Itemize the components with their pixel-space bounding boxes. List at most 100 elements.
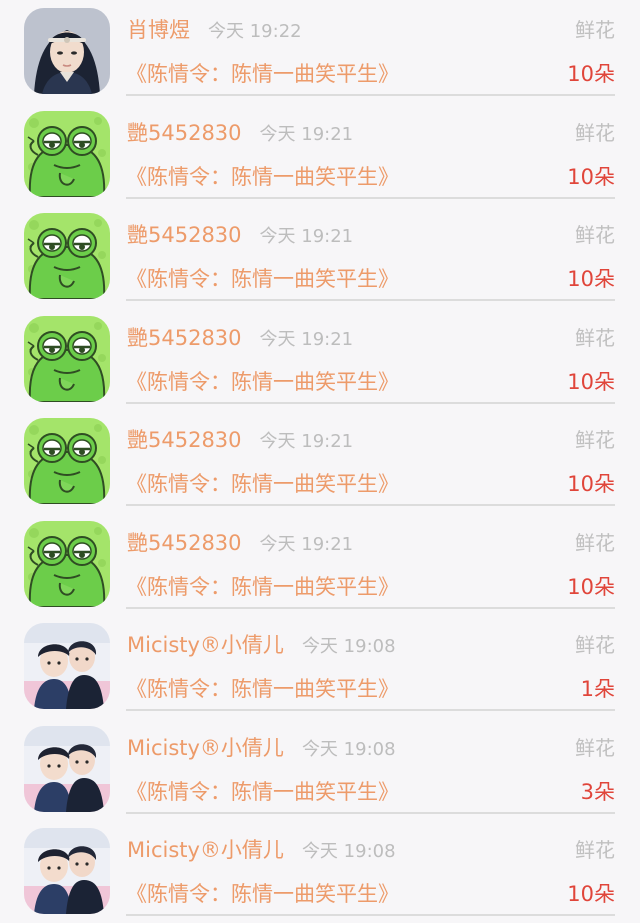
gift-type-label: 鲜花 xyxy=(575,735,615,760)
avatar[interactable] xyxy=(24,418,110,504)
gift-record-row[interactable]: 艷5452830 今天 19:21 鲜花《陈情令：陈情一曲笑平生》 10朵 xyxy=(0,513,640,616)
record-content: 艷5452830 今天 19:21 鲜花《陈情令：陈情一曲笑平生》 10朵 xyxy=(126,308,615,404)
frog-icon xyxy=(24,315,110,402)
gift-record-row[interactable]: 艷5452830 今天 19:21 鲜花《陈情令：陈情一曲笑平生》 10朵 xyxy=(0,205,640,308)
username-link[interactable]: 艷5452830 xyxy=(127,428,242,452)
record-detail: 《陈情令：陈情一曲笑平生》 10朵 xyxy=(126,58,615,90)
gift-record-row[interactable]: Micisty®小倩儿 今天 19:08 鲜花《陈情令：陈情一曲笑平生》 1朵 xyxy=(0,615,640,718)
avatar[interactable] xyxy=(24,8,110,94)
gift-amount: 10朵 xyxy=(567,62,615,86)
gift-amount: 10朵 xyxy=(567,882,615,906)
username-link[interactable]: 艷5452830 xyxy=(127,326,242,350)
book-title-link[interactable]: 《陈情令：陈情一曲笑平生》 xyxy=(126,575,399,599)
timestamp: 今天 19:21 xyxy=(259,328,354,350)
gift-record-row[interactable]: 艷5452830 今天 19:21 鲜花《陈情令：陈情一曲笑平生》 10朵 xyxy=(0,410,640,513)
record-content: 肖博煜 今天 19:22 鲜花《陈情令：陈情一曲笑平生》 10朵 xyxy=(126,0,615,96)
gift-record-row[interactable]: Micisty®小倩儿 今天 19:08 鲜花《陈情令：陈情一曲笑平生》 3朵 xyxy=(0,718,640,821)
record-detail: 《陈情令：陈情一曲笑平生》 10朵 xyxy=(126,263,615,295)
gift-amount: 10朵 xyxy=(567,472,615,496)
gift-type-label: 鲜花 xyxy=(575,120,615,145)
record-header: 肖博煜 今天 19:22 鲜花 xyxy=(127,15,615,45)
book-title-link[interactable]: 《陈情令：陈情一曲笑平生》 xyxy=(126,472,399,496)
timestamp: 今天 19:21 xyxy=(259,123,354,145)
timestamp: 今天 19:21 xyxy=(259,533,354,555)
gift-type-label: 鲜花 xyxy=(575,838,615,862)
record-detail: 《陈情令：陈情一曲笑平生》 10朵 xyxy=(126,468,615,500)
avatar[interactable] xyxy=(24,110,110,197)
book-title-link[interactable]: 《陈情令：陈情一曲笑平生》 xyxy=(126,267,399,291)
record-detail: 《陈情令：陈情一曲笑平生》 10朵 xyxy=(126,571,615,603)
portrait-icon xyxy=(24,8,110,94)
record-header: 艷5452830 今天 19:21 鲜花 xyxy=(127,528,615,558)
book-title-link[interactable]: 《陈情令：陈情一曲笑平生》 xyxy=(126,165,399,189)
record-detail: 《陈情令：陈情一曲笑平生》 3朵 xyxy=(126,776,615,808)
record-header: Micisty®小倩儿 今天 19:08 鲜花 xyxy=(127,835,615,865)
gift-type-label: 鲜花 xyxy=(575,223,615,247)
book-title-link[interactable]: 《陈情令：陈情一曲笑平生》 xyxy=(126,780,399,804)
avatar[interactable] xyxy=(24,828,110,914)
timestamp: 今天 19:21 xyxy=(259,431,354,452)
record-content: 艷5452830 今天 19:21 鲜花《陈情令：陈情一曲笑平生》 10朵 xyxy=(126,410,615,506)
record-content: 艷5452830 今天 19:21 鲜花《陈情令：陈情一曲笑平生》 10朵 xyxy=(126,205,615,301)
record-header: 艷5452830 今天 19:21 鲜花 xyxy=(127,323,615,353)
gift-record-list: 肖博煜 今天 19:22 鲜花 《陈情令：陈情一曲笑平生》 10朵 艷5452830 今天… xyxy=(0,0,640,921)
gift-record-row[interactable]: 艷5452830 今天 19:21 鲜花《陈情令：陈情一曲笑平生》 10朵 xyxy=(0,308,640,411)
gift-type-label: 鲜花 xyxy=(575,633,615,657)
gift-amount: 10朵 xyxy=(567,574,615,599)
record-detail: 《陈情令：陈情一曲笑平生》 10朵 xyxy=(126,161,615,193)
gift-amount: 10朵 xyxy=(567,267,615,291)
book-title-link[interactable]: 《陈情令：陈情一曲笑平生》 xyxy=(126,677,399,701)
book-title-link[interactable]: 《陈情令：陈情一曲笑平生》 xyxy=(126,882,399,906)
timestamp: 今天 19:08 xyxy=(301,738,396,760)
frog-icon xyxy=(24,418,110,504)
book-title-link[interactable]: 《陈情令：陈情一曲笑平生》 xyxy=(126,370,399,394)
record-detail: 《陈情令：陈情一曲笑平生》 10朵 xyxy=(126,878,615,910)
two-people-icon xyxy=(24,828,110,914)
frog-icon xyxy=(24,520,110,607)
gift-amount: 10朵 xyxy=(567,164,615,189)
avatar[interactable] xyxy=(24,623,110,709)
gift-record-row[interactable]: 肖博煜 今天 19:22 鲜花《陈情令：陈情一曲笑平生》 10朵 xyxy=(0,0,640,103)
username-link[interactable]: Micisty®小倩儿 xyxy=(127,736,284,760)
gift-type-label: 鲜花 xyxy=(575,530,615,555)
gift-type-label: 鲜花 xyxy=(575,18,615,42)
record-content: Micisty®小倩儿 今天 19:08 鲜花《陈情令：陈情一曲笑平生》 10朵 xyxy=(126,820,615,916)
frog-icon xyxy=(24,110,110,197)
record-detail: 《陈情令：陈情一曲笑平生》 10朵 xyxy=(126,366,615,398)
book-title-link[interactable]: 《陈情令：陈情一曲笑平生》 xyxy=(126,62,399,86)
gift-amount: 1朵 xyxy=(580,677,615,701)
record-content: 艷5452830 今天 19:21 鲜花《陈情令：陈情一曲笑平生》 10朵 xyxy=(126,103,615,199)
avatar[interactable] xyxy=(24,520,110,607)
gift-type-label: 鲜花 xyxy=(575,428,615,452)
gift-type-label: 鲜花 xyxy=(575,325,615,350)
timestamp: 今天 19:22 xyxy=(208,21,302,42)
username-link[interactable]: 艷5452830 xyxy=(127,121,242,145)
gift-amount: 3朵 xyxy=(580,779,615,804)
timestamp: 今天 19:21 xyxy=(259,226,354,247)
record-detail: 《陈情令：陈情一曲笑平生》 1朵 xyxy=(126,673,615,705)
record-header: Micisty®小倩儿 今天 19:08 鲜花 xyxy=(127,630,615,660)
record-content: 艷5452830 今天 19:21 鲜花《陈情令：陈情一曲笑平生》 10朵 xyxy=(126,513,615,609)
record-header: 艷5452830 今天 19:21 鲜花 xyxy=(127,220,615,250)
avatar[interactable] xyxy=(24,213,110,299)
gift-record-row[interactable]: Micisty®小倩儿 今天 19:08 鲜花《陈情令：陈情一曲笑平生》 10朵 xyxy=(0,820,640,923)
record-header: 艷5452830 今天 19:21 鲜花 xyxy=(127,118,615,148)
gift-amount: 10朵 xyxy=(567,369,615,394)
username-link[interactable]: 艷5452830 xyxy=(127,531,242,555)
record-content: Micisty®小倩儿 今天 19:08 鲜花《陈情令：陈情一曲笑平生》 1朵 xyxy=(126,615,615,711)
gift-record-row[interactable]: 艷5452830 今天 19:21 鲜花《陈情令：陈情一曲笑平生》 10朵 xyxy=(0,103,640,206)
username-link[interactable]: 肖博煜 xyxy=(127,18,190,42)
avatar[interactable] xyxy=(24,725,110,812)
two-people-icon xyxy=(24,623,110,709)
two-people-icon xyxy=(24,725,110,812)
username-link[interactable]: 艷5452830 xyxy=(127,223,242,247)
username-link[interactable]: Micisty®小倩儿 xyxy=(127,633,284,657)
username-link[interactable]: Micisty®小倩儿 xyxy=(127,838,284,862)
timestamp: 今天 19:08 xyxy=(301,841,396,862)
timestamp: 今天 19:08 xyxy=(301,636,396,657)
record-header: 艷5452830 今天 19:21 鲜花 xyxy=(127,425,615,455)
record-content: Micisty®小倩儿 今天 19:08 鲜花《陈情令：陈情一曲笑平生》 3朵 xyxy=(126,718,615,814)
frog-icon xyxy=(24,213,110,299)
avatar[interactable] xyxy=(24,315,110,402)
record-header: Micisty®小倩儿 今天 19:08 鲜花 xyxy=(127,733,615,763)
